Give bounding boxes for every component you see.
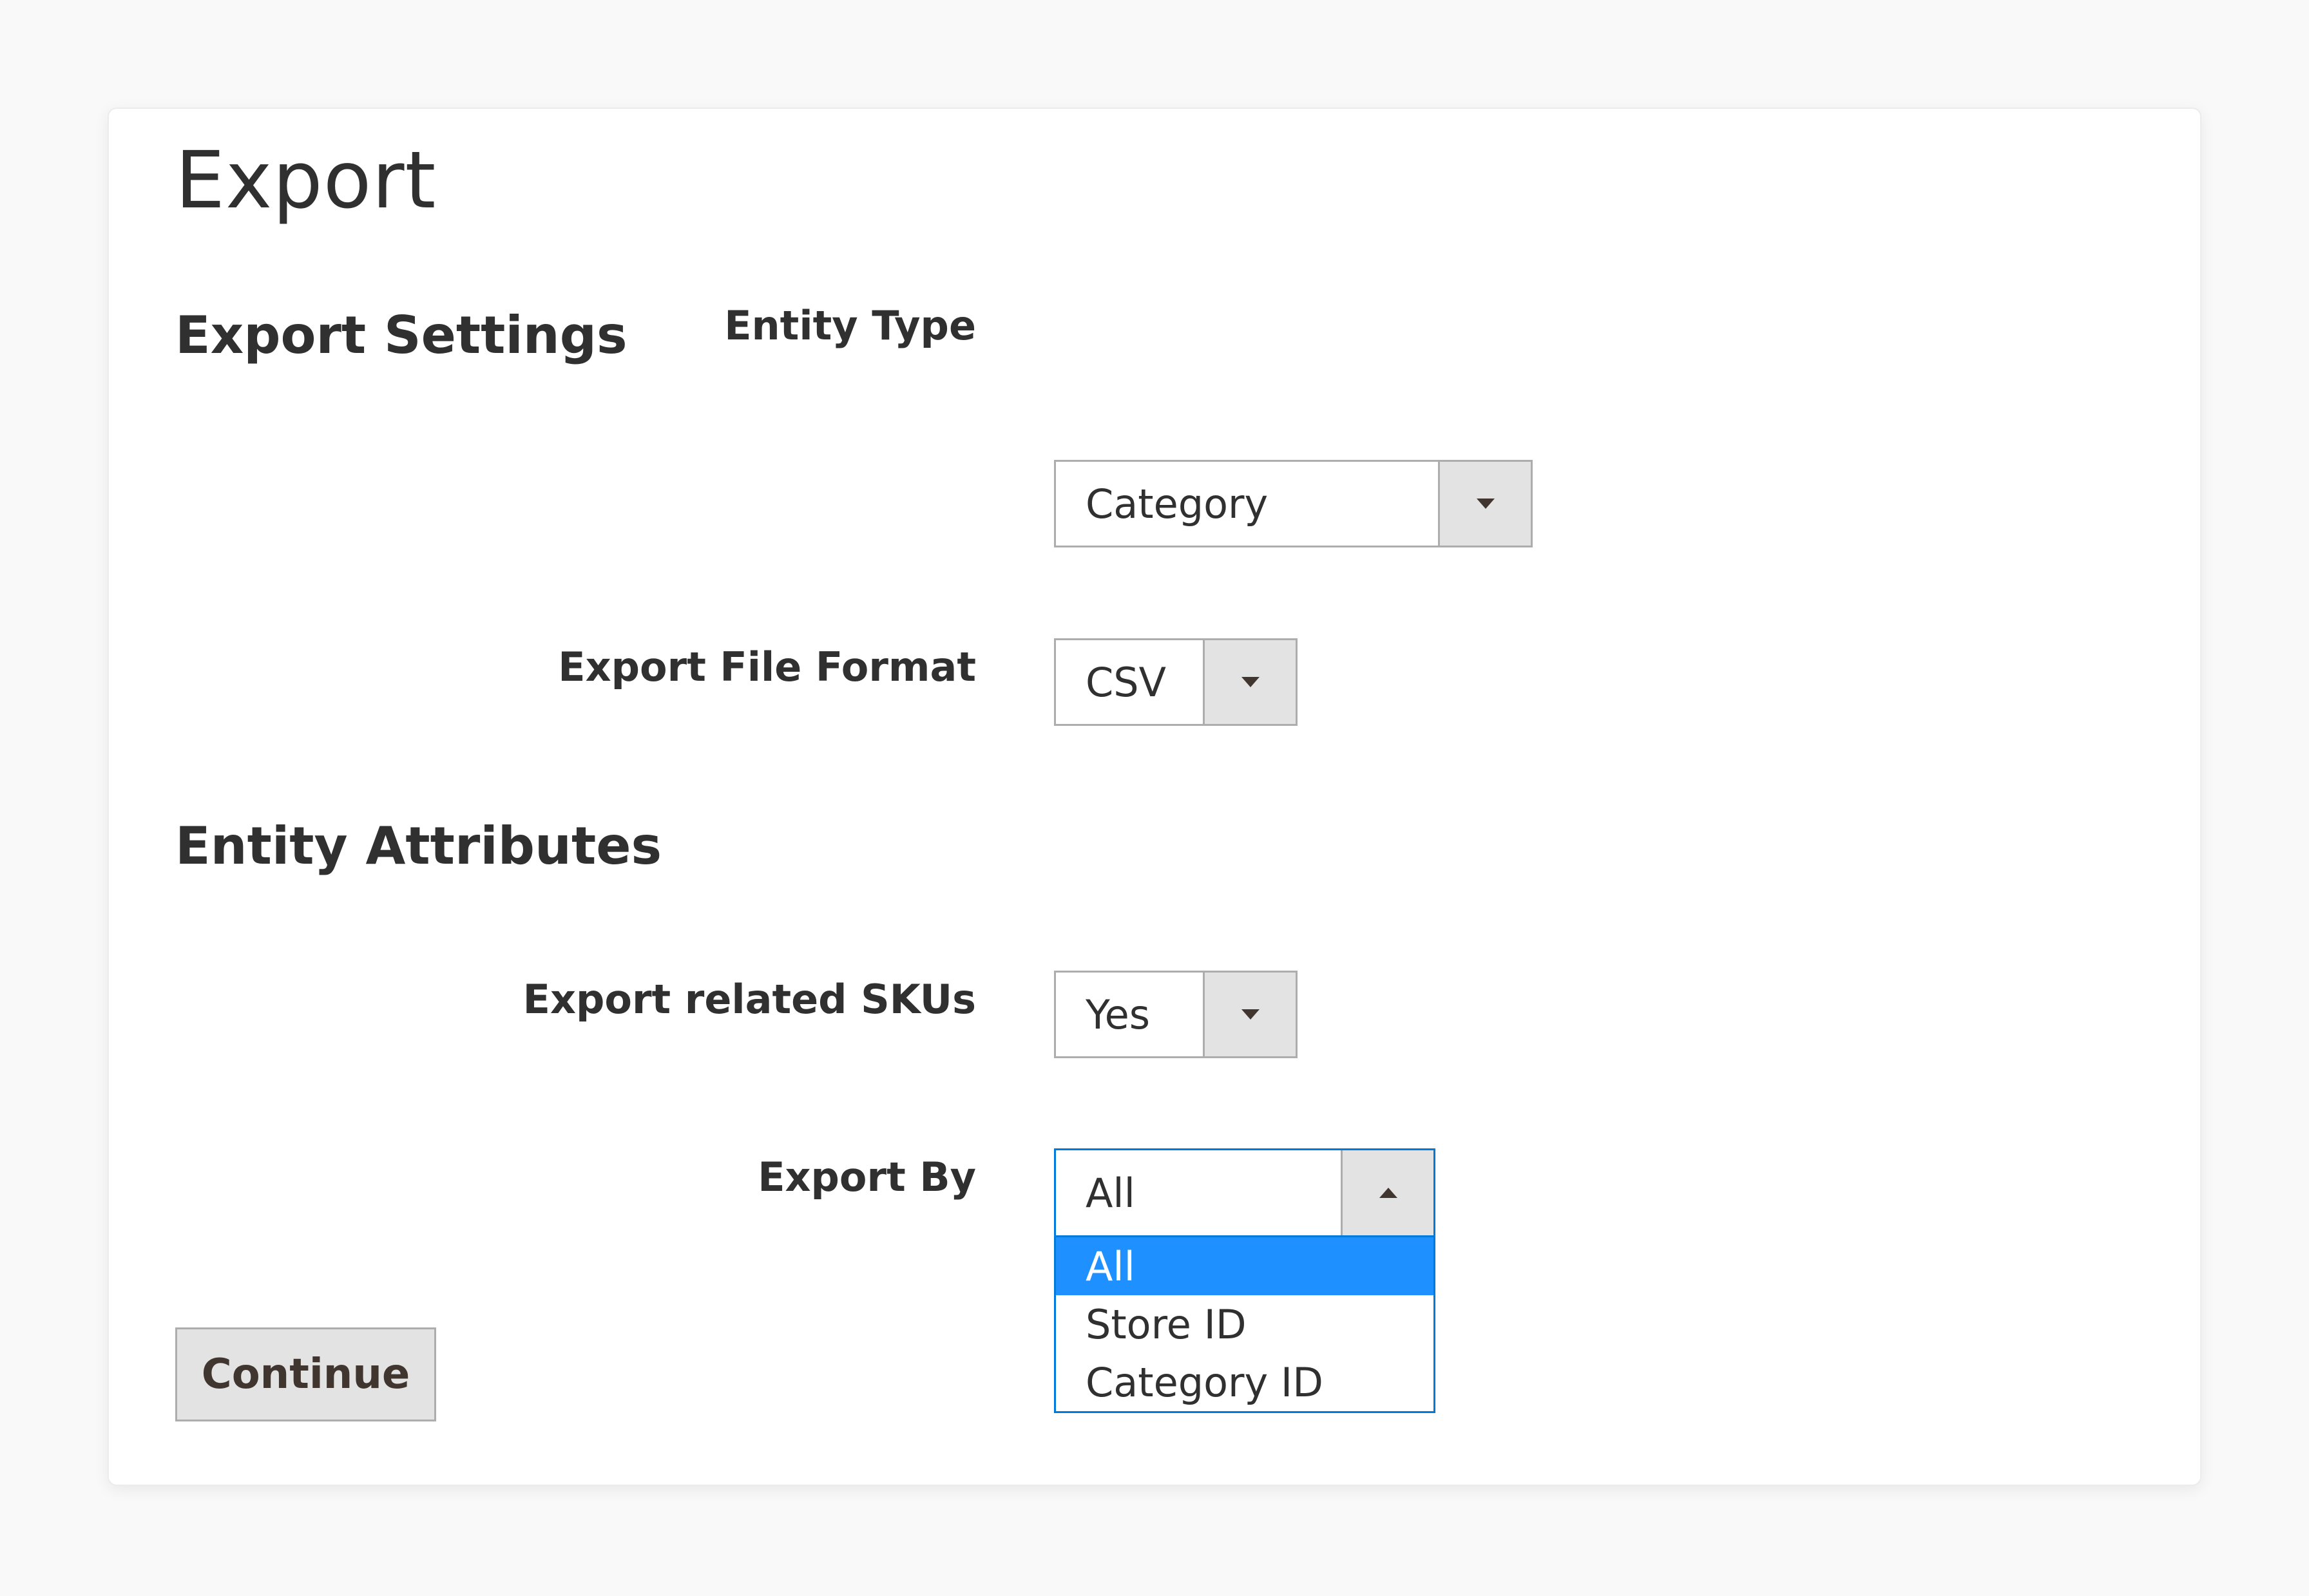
- export-by-option-all[interactable]: All: [1056, 1237, 1433, 1295]
- chevron-down-icon: [1241, 677, 1260, 687]
- entity-type-select[interactable]: Category: [1054, 460, 1533, 547]
- export-by-options-list: All Store ID Category ID: [1054, 1237, 1435, 1413]
- entity-type-dropdown-button[interactable]: [1438, 462, 1531, 546]
- chevron-down-icon: [1476, 499, 1495, 509]
- entity-type-value: Category: [1086, 480, 1269, 527]
- export-by-dropdown-button[interactable]: [1341, 1150, 1433, 1235]
- related-skus-dropdown-button[interactable]: [1203, 973, 1296, 1056]
- chevron-down-icon: [1241, 1009, 1260, 1020]
- export-by-value: All: [1086, 1169, 1135, 1217]
- chevron-up-icon: [1379, 1188, 1397, 1198]
- file-format-dropdown-button[interactable]: [1203, 640, 1296, 724]
- file-format-value: CSV: [1086, 658, 1167, 706]
- section-title-export-settings: Export Settings: [175, 305, 628, 365]
- export-by-select[interactable]: All: [1054, 1148, 1435, 1237]
- file-format-select[interactable]: CSV: [1054, 638, 1298, 726]
- related-skus-label: Export related SKUs: [522, 976, 976, 1023]
- page-title: Export: [175, 135, 437, 226]
- export-by-label: Export By: [758, 1154, 976, 1201]
- continue-button[interactable]: Continue: [175, 1327, 436, 1421]
- export-panel: Export Export Settings Entity Type Categ…: [108, 108, 2201, 1486]
- section-title-entity-attributes: Entity Attributes: [175, 816, 662, 876]
- entity-type-label: Entity Type: [724, 302, 976, 349]
- file-format-label: Export File Format: [558, 643, 976, 690]
- related-skus-value: Yes: [1086, 991, 1151, 1038]
- export-by-option-store-id[interactable]: Store ID: [1056, 1295, 1433, 1353]
- export-by-option-category-id[interactable]: Category ID: [1056, 1353, 1433, 1411]
- related-skus-select[interactable]: Yes: [1054, 971, 1298, 1058]
